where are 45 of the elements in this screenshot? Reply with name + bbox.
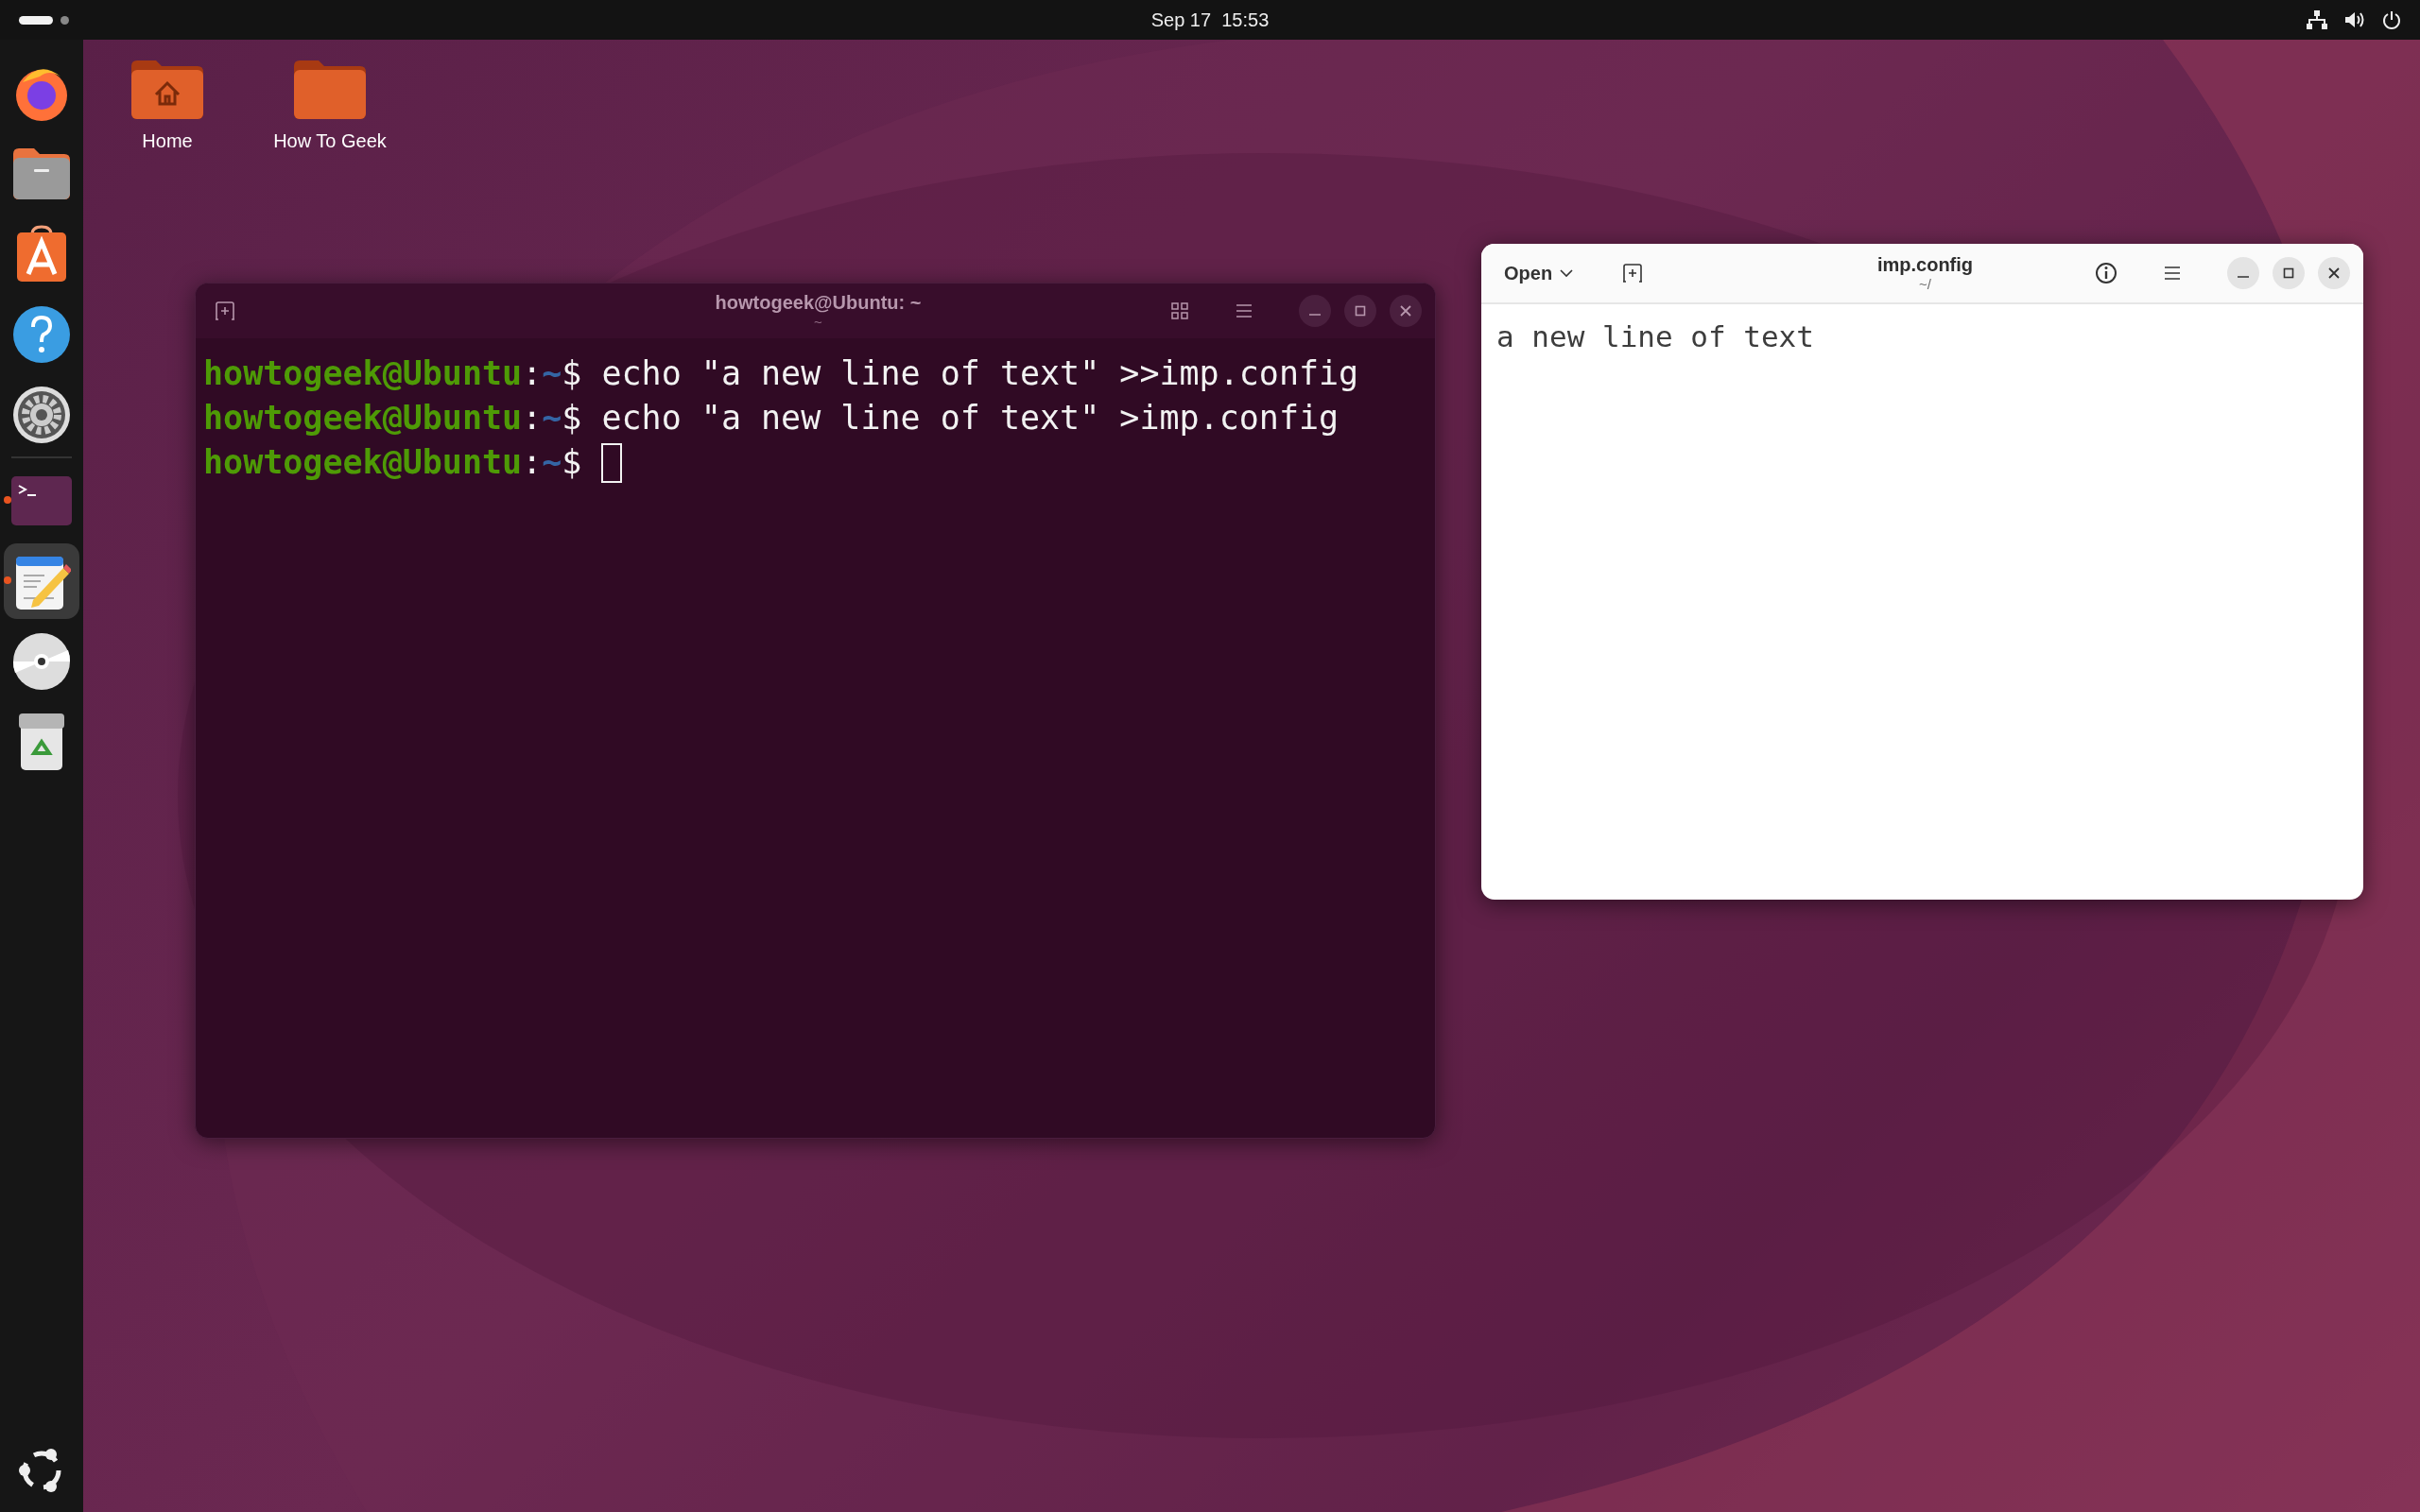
maximize-button[interactable] — [2273, 257, 2305, 289]
folder-icon[interactable] — [292, 59, 368, 121]
dock-item[interactable] — [4, 542, 79, 619]
minimize-button[interactable] — [1299, 295, 1331, 327]
terminal-line: howtogeek@Ubuntu:~$ — [203, 440, 1427, 485]
close-icon — [2327, 266, 2341, 280]
folder-icon — [11, 146, 72, 201]
caret-icon — [1560, 268, 1574, 278]
maximize-icon — [2282, 266, 2295, 280]
close-icon — [1399, 304, 1412, 318]
clock[interactable]: Sep 17 15:53 — [1150, 9, 1270, 31]
terminal-line: howtogeek@Ubuntu:~$ echo "a new line of text" >imp.config — [203, 398, 1340, 438]
settings-icon — [11, 384, 72, 445]
window-title: howtogeek@Ubuntu: ~ — [715, 291, 922, 314]
desktop-icon-label[interactable]: Home — [142, 130, 193, 152]
terminal-icon — [11, 475, 72, 525]
new-tab-icon[interactable] — [215, 301, 235, 320]
minimize-button[interactable] — [2227, 257, 2259, 289]
window-subtitle: ~ — [814, 313, 822, 331]
maximize-icon — [1354, 304, 1367, 318]
info-icon[interactable] — [2095, 262, 2118, 284]
home-folder-icon[interactable] — [130, 59, 205, 121]
window-subtitle: ~/ — [1919, 275, 1931, 293]
editor-text[interactable]: a new line of text — [1481, 304, 2363, 369]
workspace-indicator[interactable] — [19, 15, 53, 25]
menu-icon[interactable] — [2163, 265, 2182, 282]
close-button[interactable] — [2318, 257, 2350, 289]
menu-icon[interactable] — [1235, 302, 1253, 319]
power-icon[interactable] — [2382, 10, 2401, 29]
help-icon — [11, 303, 72, 365]
volume-icon[interactable] — [2344, 10, 2365, 29]
window-title: imp.config — [1876, 253, 1974, 276]
disc-icon — [11, 630, 72, 692]
close-button[interactable] — [1390, 295, 1422, 327]
network-icon[interactable] — [2307, 10, 2327, 29]
new-tab-icon[interactable] — [1622, 264, 1644, 283]
open-button[interactable]: Open — [1500, 256, 1578, 290]
desktop-icon-label[interactable]: How To Geek — [273, 130, 387, 152]
terminal-line: howtogeek@Ubuntu:~$ echo "a new line of text" >>imp.config — [203, 353, 1360, 394]
minimize-icon — [1309, 314, 1321, 316]
shopping-bag-icon — [15, 224, 68, 284]
grid-icon[interactable] — [1170, 301, 1189, 320]
minimize-icon — [2238, 276, 2249, 278]
trash-icon — [17, 711, 66, 772]
maximize-button[interactable] — [1344, 295, 1376, 327]
